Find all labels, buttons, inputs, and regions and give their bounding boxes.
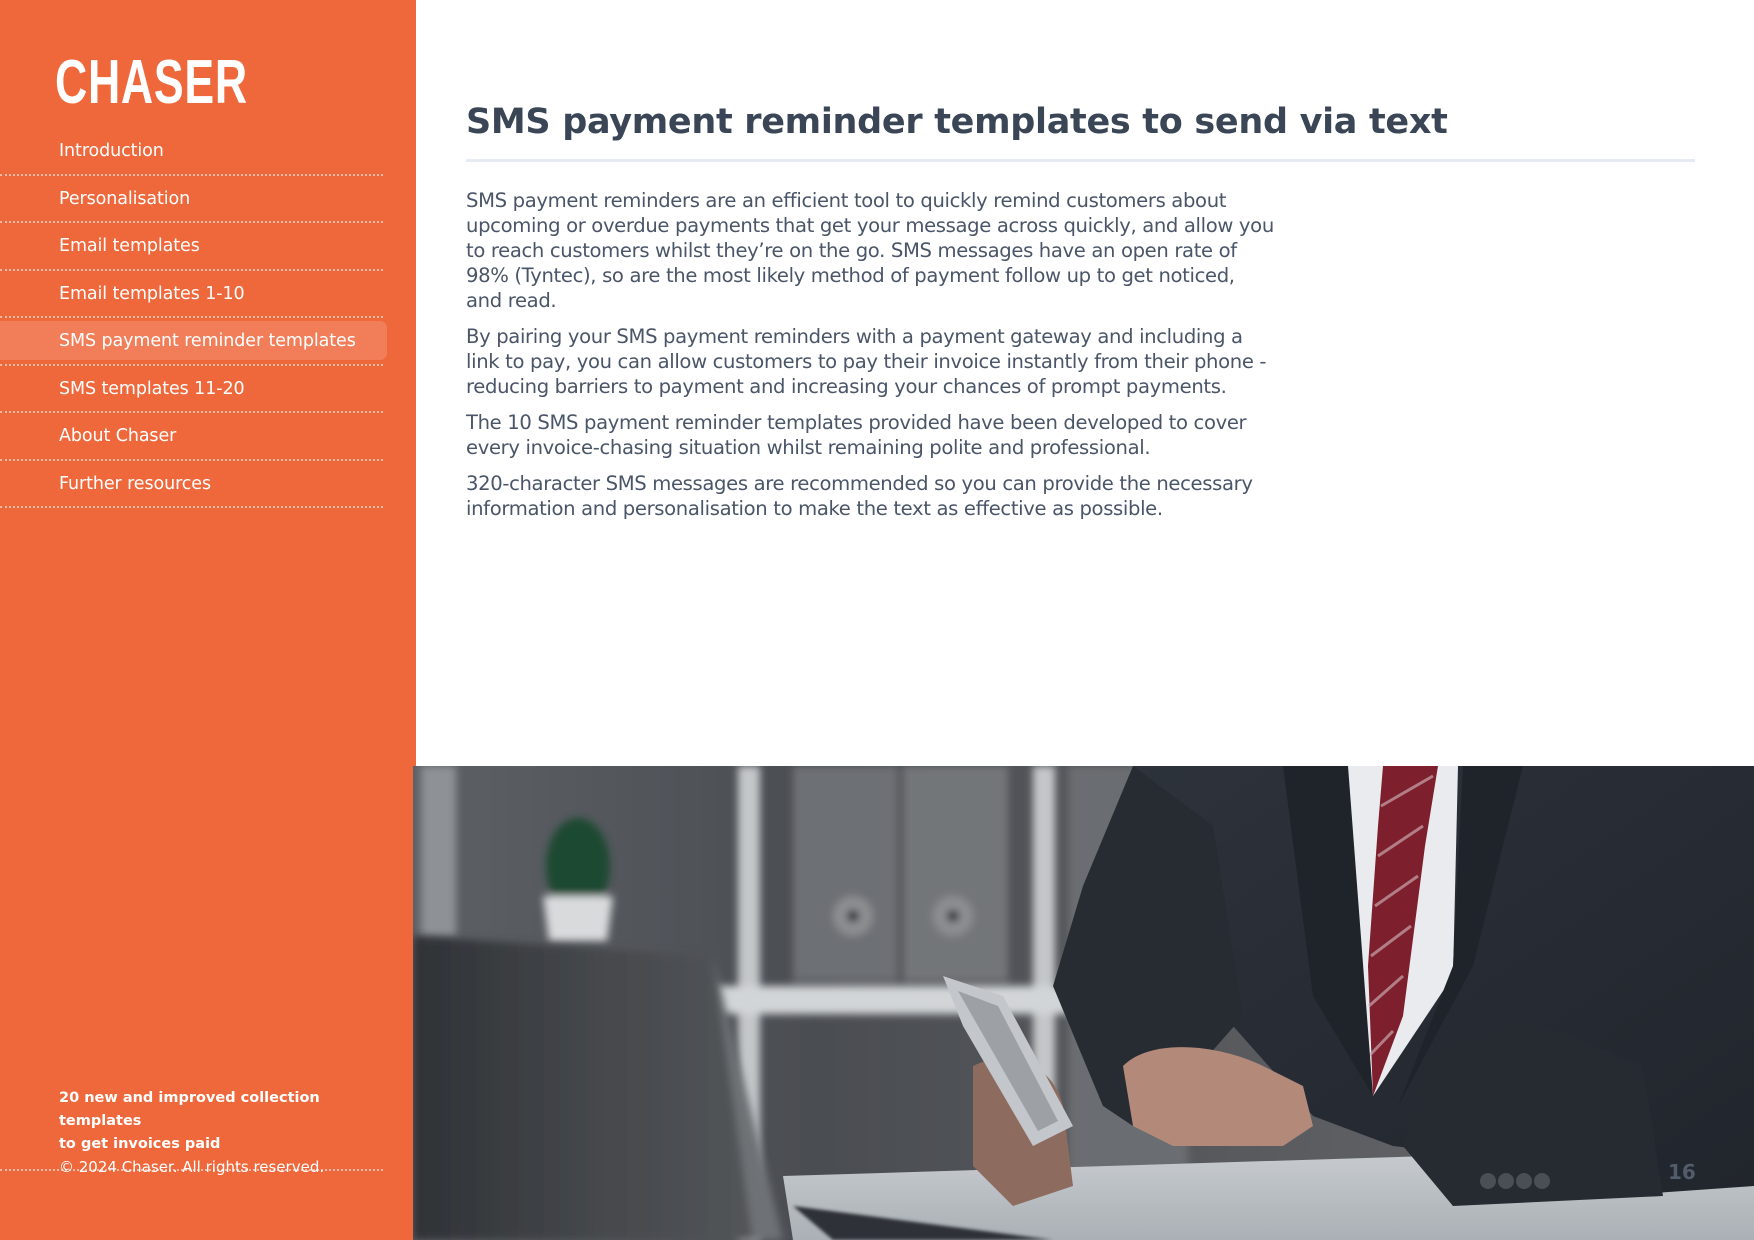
sidebar-item-label: Personalisation	[59, 188, 191, 209]
paragraph: By pairing your SMS payment reminders wi…	[466, 325, 1267, 398]
sidebar-item-further-resources[interactable]: Further resources	[0, 461, 390, 509]
sidebar-item-label: About Chaser	[59, 426, 177, 446]
sidebar-footer: 20 new and improved collection templates…	[59, 1087, 399, 1179]
sidebar-item-sms-payment-reminder-templates[interactable]: SMS payment reminder templates	[0, 318, 390, 366]
sidebar-item-sms-templates-11-20[interactable]: SMS templates 11-20	[0, 366, 390, 414]
body-text: SMS payment reminders are an efficient t…	[466, 188, 1276, 532]
sidebar-item-introduction[interactable]: Introduction	[0, 128, 390, 176]
page-title: SMS payment reminder templates to send v…	[466, 102, 1448, 142]
title-divider	[466, 159, 1695, 162]
sidebar-item-about-chaser[interactable]: About Chaser	[0, 413, 390, 461]
chaser-logo: CHASER	[55, 48, 248, 117]
footer-tagline-line2: to get invoices paid	[59, 1136, 221, 1152]
paragraph: SMS payment reminders are an efficient t…	[466, 189, 1274, 312]
sidebar-item-label: Further resources	[59, 473, 211, 494]
sidebar-item-label: Email templates	[59, 236, 200, 256]
footer-tagline-line1: 20 new and improved collection templates	[59, 1090, 320, 1129]
sidebar-item-email-templates[interactable]: Email templates	[0, 223, 390, 271]
sidebar-item-label: Email templates 1-10	[59, 283, 245, 304]
sidebar-item-label: SMS payment reminder templates	[59, 331, 356, 351]
sidebar-item-email-templates-1-10[interactable]: Email templates 1-10	[0, 271, 390, 319]
footer-divider	[0, 1169, 383, 1171]
paragraph: The 10 SMS payment reminder templates pr…	[466, 411, 1247, 459]
sidebar-item-label: SMS templates 11-20	[59, 378, 245, 399]
page-number: 16	[1668, 1160, 1696, 1184]
footer-copyright: © 2024 Chaser. All rights reserved.	[59, 1158, 325, 1176]
sidebar-nav: Introduction Personalisation Email templ…	[0, 128, 390, 508]
sidebar-item-label: Introduction	[59, 141, 164, 161]
sidebar: CHASER Introduction Personalisation Emai…	[0, 0, 416, 1240]
paragraph: 320-character SMS messages are recommend…	[466, 472, 1253, 520]
businessman-phone-photo	[413, 766, 1754, 1240]
sidebar-item-personalisation[interactable]: Personalisation	[0, 176, 390, 224]
